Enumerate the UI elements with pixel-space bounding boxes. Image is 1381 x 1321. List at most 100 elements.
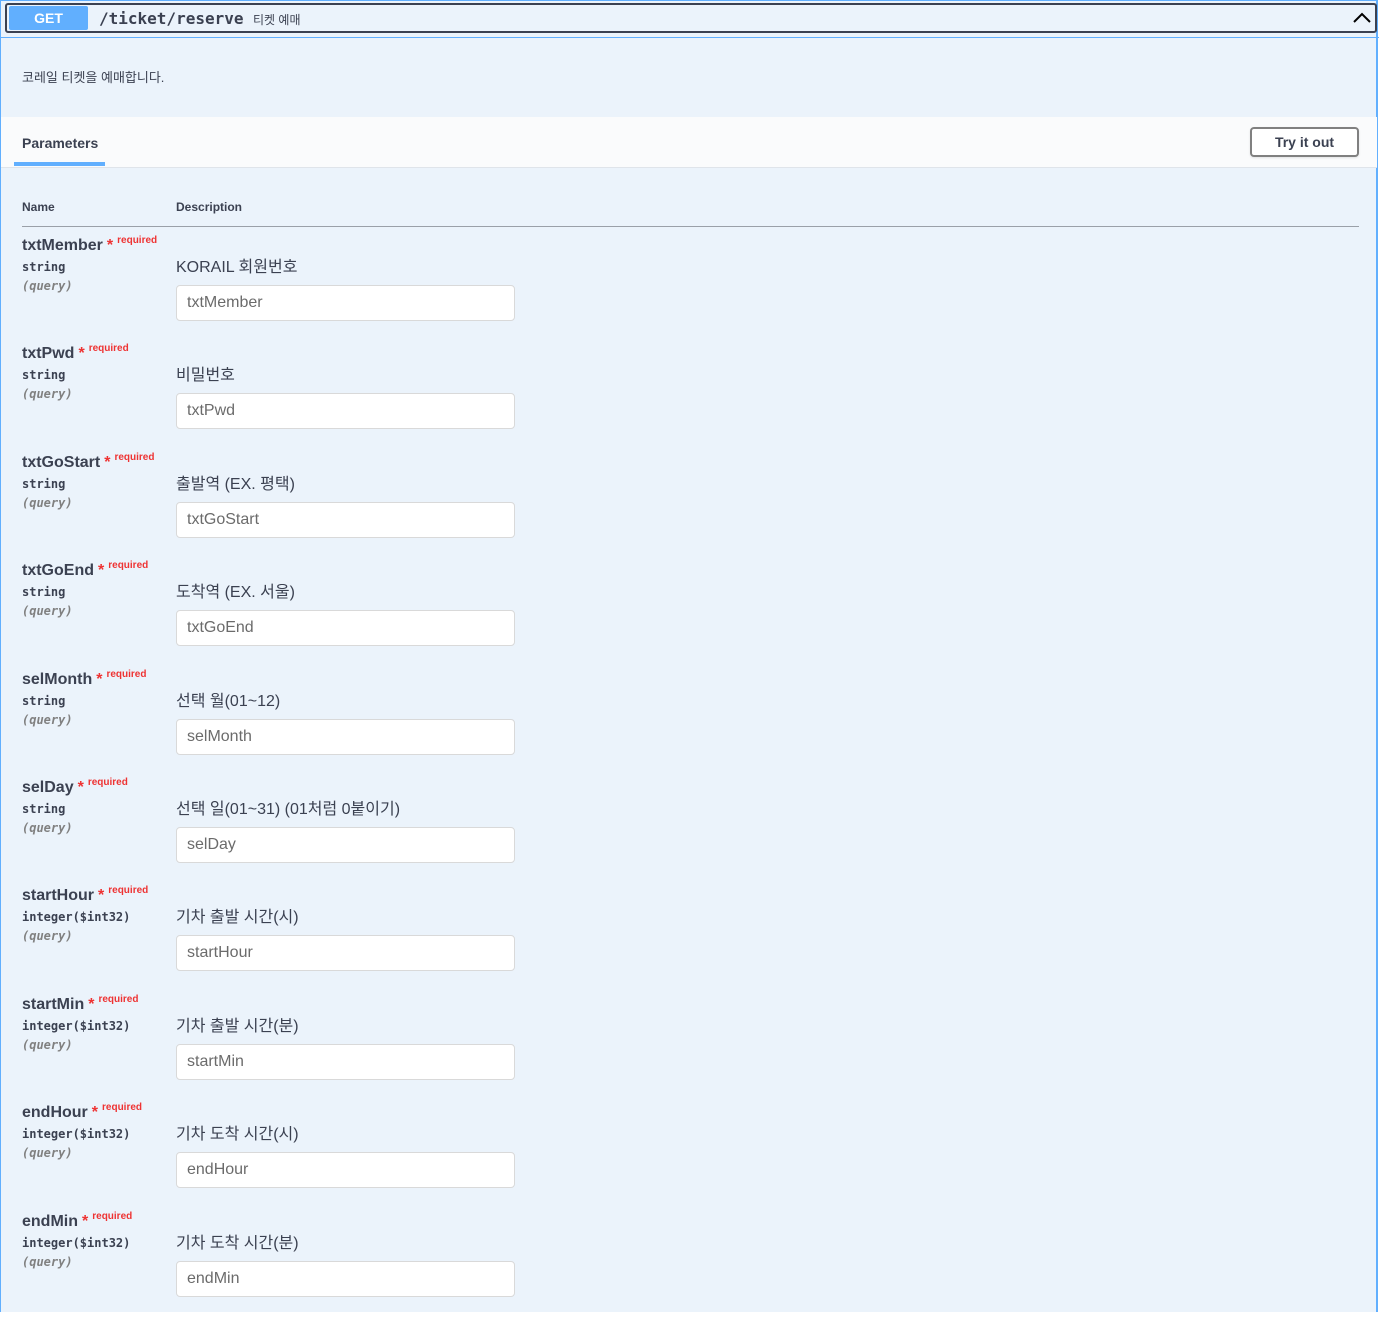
parameter-name-text: selMonth <box>22 671 93 688</box>
divider <box>1 37 1379 38</box>
parameter-description: 기차 도착 시간(시) <box>176 1126 299 1143</box>
required-asterisk: * <box>78 345 85 362</box>
parameter-type: string <box>22 802 66 816</box>
parameter-name: endHour * required <box>22 1102 143 1122</box>
parameter-name: txtPwd * required <box>22 343 129 363</box>
parameter-input[interactable] <box>176 935 515 971</box>
parameter-description: KORAIL 회원번호 <box>176 259 298 276</box>
parameter-name-text: txtPwd <box>22 345 75 362</box>
required-label: required <box>88 343 129 354</box>
parameter-type: integer($int32) <box>22 1236 131 1250</box>
parameter-location: (query) <box>22 279 73 293</box>
parameter-name: endMin * required <box>22 1211 133 1231</box>
endpoint-path: /ticket/reserve <box>99 9 244 28</box>
parameter-type: integer($int32) <box>22 1019 131 1033</box>
required-label: required <box>108 885 149 896</box>
required-label: required <box>102 1102 143 1113</box>
parameter-type: string <box>22 477 66 491</box>
parameter-name-text: txtGoEnd <box>22 562 94 579</box>
parameter-name-text: selDay <box>22 779 74 796</box>
parameter-row: txtGoStart * required string (query) 출발역 (… <box>1 452 1377 562</box>
parameter-name-text: txtMember <box>22 237 103 254</box>
column-header-description: Description <box>176 200 243 214</box>
parameter-input[interactable] <box>176 719 515 755</box>
parameter-description: 기차 출발 시간(시) <box>176 909 299 926</box>
parameter-description: 도착역 (EX. 서울) <box>176 584 295 601</box>
parameter-location: (query) <box>22 1255 73 1269</box>
parameter-name-text: txtGoStart <box>22 454 101 471</box>
parameter-location: (query) <box>22 387 73 401</box>
tab-parameters[interactable]: Parameters <box>14 117 105 166</box>
parameter-row: txtMember * required string (query) KORAIL… <box>1 235 1377 345</box>
parameter-input[interactable] <box>176 1044 515 1080</box>
required-asterisk: * <box>91 1104 99 1121</box>
operation-description: 코레일 티켓을 예매합니다. <box>22 70 165 85</box>
parameter-location: (query) <box>22 604 73 618</box>
parameter-type: string <box>22 694 66 708</box>
required-label: required <box>87 777 128 788</box>
parameter-description: 선택 월(01~12) <box>176 693 281 710</box>
required-label: required <box>106 669 147 680</box>
required-asterisk: * <box>77 779 84 796</box>
parameter-location: (query) <box>22 929 73 943</box>
required-asterisk: * <box>104 454 111 471</box>
parameter-name-text: endHour <box>22 1104 88 1121</box>
parameter-location: (query) <box>22 821 73 835</box>
parameter-row: endMin * required integer($int32) (query) … <box>1 1211 1377 1321</box>
column-header-divider <box>22 226 1359 227</box>
parameter-description: 기차 출발 시간(분) <box>176 1018 299 1035</box>
parameter-input[interactable] <box>176 827 515 863</box>
parameter-name: txtGoEnd * required <box>22 560 149 580</box>
parameter-input[interactable] <box>176 1152 515 1188</box>
required-asterisk: * <box>98 562 105 579</box>
required-asterisk: * <box>98 887 105 904</box>
parameter-location: (query) <box>22 496 73 510</box>
parameter-type: string <box>22 260 66 274</box>
tab-parameters-label: Parameters <box>22 135 99 151</box>
parameter-type: string <box>22 585 66 599</box>
parameter-row: startHour * required integer($int32) (quer… <box>1 885 1377 995</box>
parameter-description: 비밀번호 <box>176 367 235 384</box>
parameter-location: (query) <box>22 1038 73 1052</box>
required-label: required <box>108 560 149 571</box>
parameter-type: string <box>22 368 66 382</box>
parameter-name: selMonth * required <box>22 669 147 689</box>
required-label: required <box>92 1211 133 1222</box>
required-asterisk: * <box>96 671 103 688</box>
parameters-section-header: Parameters Try it out <box>1 117 1377 168</box>
parameter-row: startMin * required integer($int32) (query… <box>1 994 1377 1104</box>
parameter-input[interactable] <box>176 502 515 538</box>
parameter-row: selMonth * required string (query) 선택 월(01… <box>1 669 1377 779</box>
parameter-location: (query) <box>22 1146 73 1160</box>
collapse-arrow-icon[interactable] <box>1351 7 1373 29</box>
parameter-description: 출발역 (EX. 평택) <box>176 476 295 493</box>
required-asterisk: * <box>106 237 114 254</box>
parameter-name-text: startHour <box>22 887 95 904</box>
operation-summary[interactable]: GET /ticket/reserve 티켓 예매 <box>5 3 1377 33</box>
column-header-name: Name <box>22 200 55 214</box>
parameter-name: startHour * required <box>22 885 149 905</box>
parameter-type: integer($int32) <box>22 910 131 924</box>
parameter-name-text: startMin <box>22 996 85 1013</box>
parameter-name: txtGoStart * required <box>22 452 155 472</box>
parameter-input[interactable] <box>176 1261 515 1297</box>
parameter-input[interactable] <box>176 393 515 429</box>
parameter-row: txtGoEnd * required string (query) 도착역 (EX… <box>1 560 1377 670</box>
parameter-input[interactable] <box>176 285 515 321</box>
parameter-type: integer($int32) <box>22 1127 131 1141</box>
endpoint-summary: 티켓 예매 <box>253 13 301 27</box>
parameter-location: (query) <box>22 713 73 727</box>
operation-block: GET /ticket/reserve 티켓 예매 코레일 티켓을 예매합니다.… <box>0 0 1379 1312</box>
required-asterisk: * <box>82 1213 89 1230</box>
parameter-input[interactable] <box>176 610 515 646</box>
parameter-name: txtMember * required <box>22 235 157 255</box>
parameter-row: endHour * required integer($int32) (query)… <box>1 1102 1377 1212</box>
parameter-name-text: endMin <box>22 1213 78 1230</box>
parameter-description: 선택 일(01~31) (01처럼 0붙이기) <box>176 801 401 818</box>
required-label: required <box>114 452 155 463</box>
parameter-row: txtPwd * required string (query) 비밀번호 <box>1 343 1377 453</box>
try-it-out-button[interactable]: Try it out <box>1250 127 1359 157</box>
required-label: required <box>98 994 139 1005</box>
http-method-badge: GET <box>9 6 88 30</box>
parameter-name: selDay * required <box>22 777 128 797</box>
